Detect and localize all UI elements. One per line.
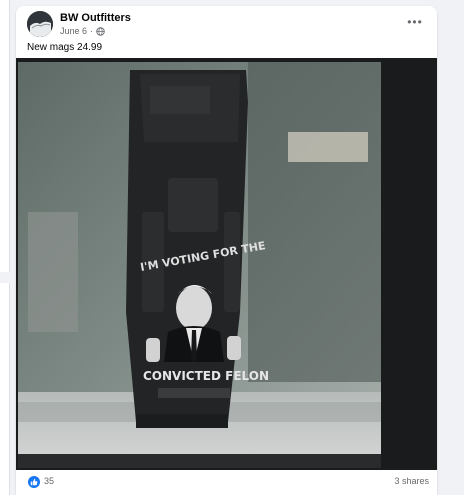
page-avatar[interactable] [27,11,53,37]
like-icon[interactable] [28,476,40,488]
meta-separator: · [90,26,94,36]
globe-icon [96,26,105,36]
left-adjacent-card [0,0,10,272]
magazine-text-bottom: CONVICTED FELON [143,369,269,383]
post-photo[interactable]: I'M VOTING FOR THE CONVICTED FELON [16,58,437,470]
magazine-photo: I'M VOTING FOR THE CONVICTED FELON [18,62,381,468]
post-message: New mags 24.99 [27,42,103,53]
more-options-icon[interactable]: ••• [405,14,425,30]
post-footer: 35 3 shares [16,470,437,495]
photo-frame: I'M VOTING FOR THE CONVICTED FELON [18,62,381,468]
feed-post: BW Outfitters June 6 · ••• New mags 24.9… [16,6,437,495]
post-header: BW Outfitters June 6 · ••• [16,6,437,42]
post-date[interactable]: June 6 [60,26,87,36]
left-adjacent-card [0,283,10,495]
reaction-count[interactable]: 35 [44,476,54,486]
shares-count[interactable]: 3 shares [394,476,429,486]
post-meta: June 6 · [60,26,105,36]
page-name-link[interactable]: BW Outfitters [60,12,131,24]
